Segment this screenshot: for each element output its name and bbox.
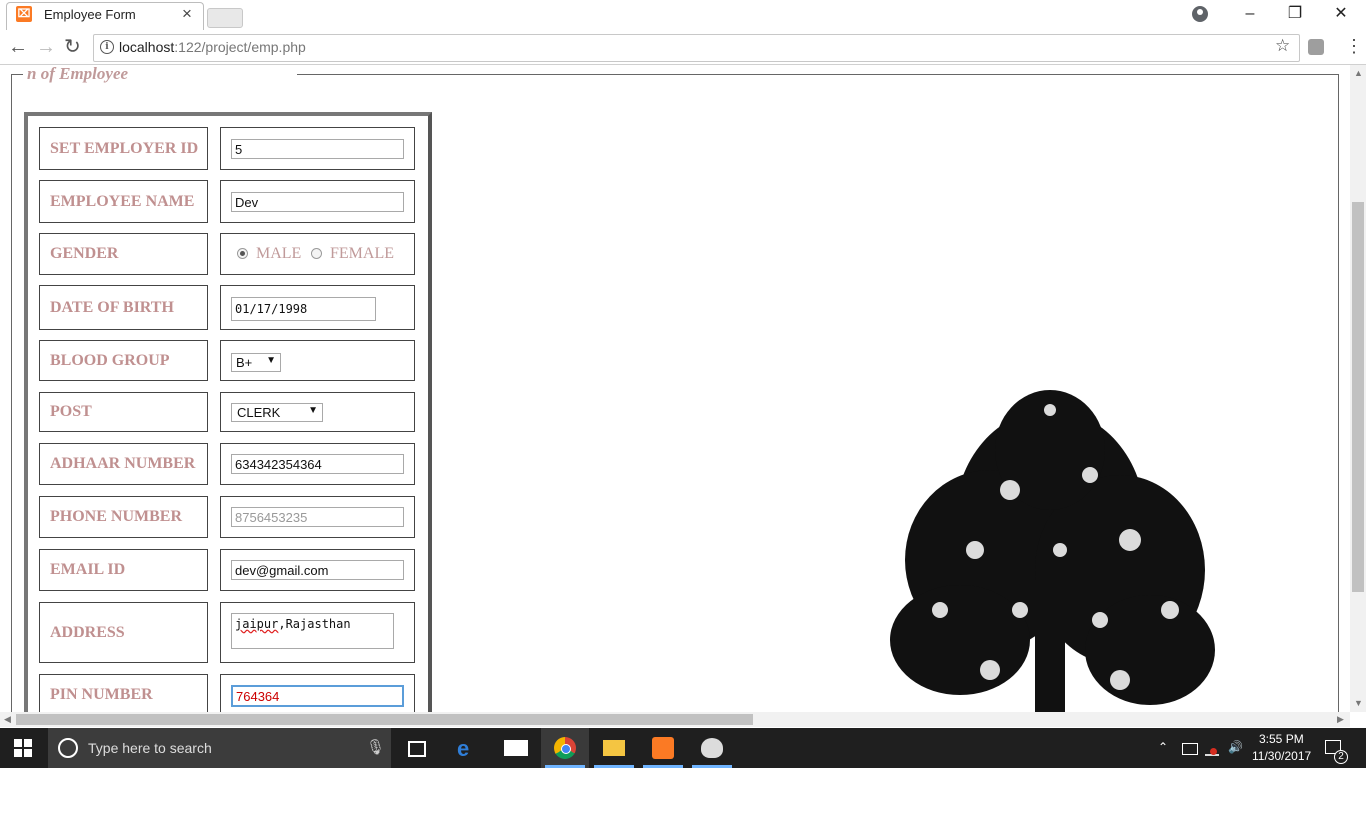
task-view-button[interactable]	[392, 728, 440, 768]
gender-male-radio[interactable]	[237, 248, 248, 259]
edge-app-button[interactable]: e	[443, 728, 491, 768]
chrome-app-button[interactable]	[541, 728, 589, 768]
cell-post: CLERK ▼	[220, 392, 415, 432]
volume-icon[interactable]: 🔊	[1228, 740, 1243, 754]
scroll-up-arrow-icon[interactable]: ▲	[1354, 68, 1363, 78]
cell-adhaar: 634342354364	[220, 443, 415, 485]
dropdown-caret-icon: ▼	[266, 355, 276, 366]
forward-arrow-icon[interactable]: →	[36, 36, 56, 58]
taskbar-search-placeholder: Type here to search	[88, 740, 212, 756]
dropdown-caret-icon: ▼	[308, 405, 318, 416]
paint-icon	[701, 738, 723, 758]
label-pin: PIN NUMBER	[39, 674, 208, 712]
address-textarea[interactable]: jaipur,Rajasthan	[231, 613, 394, 649]
cell-employer-id: 5	[220, 127, 415, 170]
scroll-right-arrow-icon[interactable]: ▶	[1337, 714, 1344, 725]
new-tab-button[interactable]	[207, 8, 243, 28]
back-arrow-icon[interactable]: ←	[8, 36, 28, 58]
clock-date[interactable]: 11/30/2017	[1252, 749, 1311, 763]
label-phone: PHONE NUMBER	[39, 496, 208, 538]
pin-input[interactable]: 764364	[231, 685, 404, 707]
horizontal-scroll-thumb[interactable]	[16, 714, 753, 725]
file-explorer-button[interactable]	[590, 728, 638, 768]
battery-icon[interactable]	[1182, 743, 1198, 755]
task-view-icon	[408, 741, 426, 757]
xampp-icon	[652, 737, 674, 759]
vertical-scroll-thumb[interactable]	[1352, 202, 1364, 592]
mail-icon	[504, 740, 528, 756]
cell-email: dev@gmail.com	[220, 549, 415, 591]
cortana-icon	[58, 738, 78, 758]
menu-icon[interactable]: ⋮	[1345, 36, 1363, 57]
mail-app-button[interactable]	[492, 728, 540, 768]
cell-employee-name: Dev	[220, 180, 415, 223]
edge-icon: e	[457, 736, 470, 761]
fieldset-legend: n of Employee	[27, 65, 129, 83]
clock-time[interactable]: 3:55 PM	[1259, 732, 1304, 746]
label-address: ADDRESS	[39, 602, 208, 663]
blood-group-select[interactable]: B+ ▼	[231, 353, 281, 372]
scroll-down-arrow-icon[interactable]: ▼	[1354, 698, 1363, 708]
label-post: POST	[39, 392, 208, 432]
email-input[interactable]: dev@gmail.com	[231, 560, 404, 580]
chrome-icon-center	[561, 744, 571, 754]
label-employer-id: SET EMPLOYER ID	[39, 127, 208, 170]
phone-input[interactable]: 8756453235	[231, 507, 404, 527]
tab-close-icon[interactable]: ×	[182, 4, 192, 24]
network-error-badge	[1210, 748, 1217, 755]
url-text[interactable]: localhost:122/project/emp.php	[119, 39, 306, 55]
cell-address: jaipur,Rajasthan	[220, 602, 415, 663]
folder-icon	[603, 740, 625, 756]
xampp-favicon-icon: ⌧	[16, 6, 32, 22]
label-adhaar: ADHAAR NUMBER	[39, 443, 208, 485]
notification-count-badge: 2	[1334, 750, 1348, 764]
xampp-app-button[interactable]	[639, 728, 687, 768]
cell-gender: MALE FEMALE	[220, 233, 415, 275]
employer-id-input[interactable]: 5	[231, 139, 404, 159]
adhaar-input[interactable]: 634342354364	[231, 454, 404, 474]
restore-button[interactable]: ❐	[1275, 4, 1315, 24]
windows-start-icon[interactable]	[14, 739, 32, 757]
info-icon[interactable]: i	[100, 40, 114, 54]
microphone-icon[interactable]: 🎙	[366, 738, 385, 756]
blank-area	[0, 768, 1366, 815]
employee-name-input[interactable]: Dev	[231, 192, 404, 212]
tab-strip	[0, 0, 1366, 30]
paint-app-button[interactable]	[688, 728, 736, 768]
window-close-button[interactable]: ✕	[1321, 4, 1361, 24]
label-blood-group: BLOOD GROUP	[39, 340, 208, 381]
scroll-left-arrow-icon[interactable]: ◀	[4, 714, 11, 725]
tab-title: Employee Form	[44, 7, 136, 22]
label-employee-name: EMPLOYEE NAME	[39, 180, 208, 223]
tree-silhouette-image	[890, 390, 1215, 712]
page-viewport: n of Employee SET EMPLOYER ID 5 EMPLOYEE…	[0, 65, 1350, 712]
gender-female-label: FEMALE	[330, 245, 394, 262]
minimize-button[interactable]: –	[1230, 4, 1270, 24]
label-dob: DATE OF BIRTH	[39, 285, 208, 330]
extension-icon[interactable]	[1308, 39, 1324, 55]
dob-date-input[interactable]: 01/17/1998	[231, 297, 376, 321]
account-icon[interactable]	[1192, 6, 1208, 22]
cell-pin: 764364	[220, 674, 415, 712]
show-hidden-icons-icon[interactable]: ⌃	[1158, 740, 1168, 754]
post-select[interactable]: CLERK ▼	[231, 403, 323, 422]
star-icon[interactable]: ☆	[1275, 36, 1290, 56]
cell-phone: 8756453235	[220, 496, 415, 538]
label-email: EMAIL ID	[39, 549, 208, 591]
gender-female-radio[interactable]	[311, 248, 322, 259]
gender-male-label: MALE	[256, 245, 302, 262]
cell-blood-group: B+ ▼	[220, 340, 415, 381]
label-gender: GENDER	[39, 233, 208, 275]
cell-dob: 01/17/1998	[220, 285, 415, 330]
reload-icon[interactable]: ↻	[64, 36, 81, 58]
